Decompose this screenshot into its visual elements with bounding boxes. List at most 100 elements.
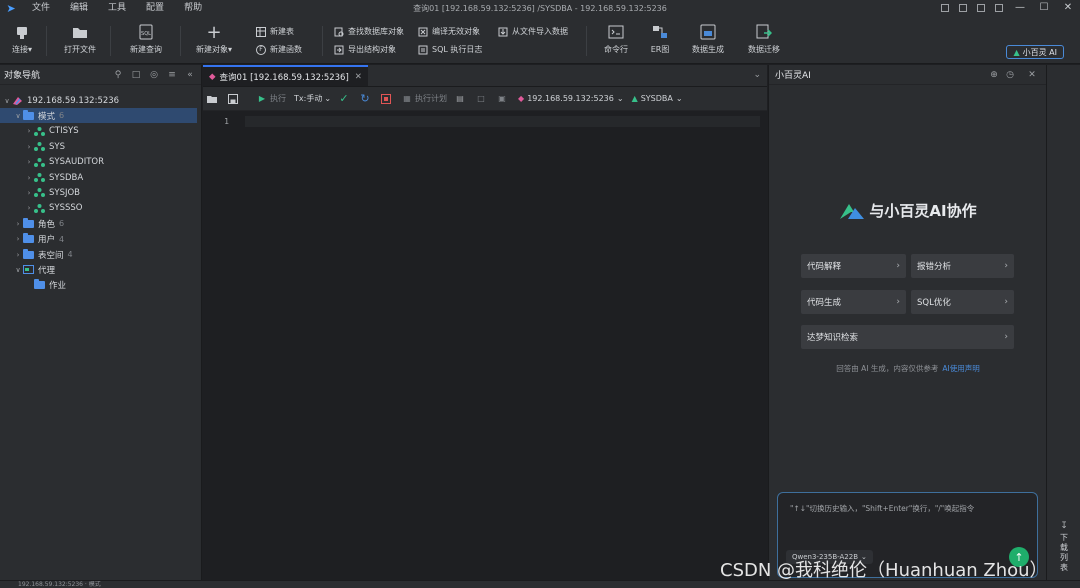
chevron-right-icon[interactable]: › — [24, 143, 34, 151]
ai-logo-icon: ▲ — [1013, 47, 1020, 57]
function-icon: F — [256, 44, 266, 55]
open-file-button[interactable]: 打开文件 — [58, 24, 102, 55]
editor-tab-bar: ◆ 查询01 [192.168.59.132:5236] ✕ ⌄ — [203, 65, 767, 87]
save-button[interactable] — [228, 93, 241, 104]
close-tab-icon[interactable]: ✕ — [355, 72, 362, 82]
tree-node-label: 角色 — [38, 219, 56, 230]
locate-icon[interactable]: ◎ — [147, 70, 161, 80]
menu-file[interactable]: 文件 — [22, 0, 60, 16]
data-generation-button[interactable]: 数据生成 — [686, 24, 730, 55]
compile-invalid-button[interactable]: 编译无效对象 — [418, 26, 480, 37]
chevron-right-icon[interactable]: › — [13, 251, 23, 259]
tree-node[interactable]: ∨ 代理 — [0, 262, 202, 277]
layout-left-icon[interactable] — [941, 4, 949, 12]
schema-icon: ▲ — [631, 94, 638, 103]
find-db-object-button[interactable]: 查找数据库对象 — [334, 26, 404, 37]
layout-full-icon[interactable] — [995, 4, 1003, 12]
execute-button[interactable]: ▶ 执行 — [257, 93, 286, 104]
tree-node[interactable]: 作业 — [0, 278, 202, 293]
tree-node[interactable]: ∨ 192.168.59.132:5236 — [0, 93, 202, 108]
connect-button[interactable]: 连接▾ — [0, 24, 44, 55]
tree-node[interactable]: › 用户 4 — [0, 232, 202, 247]
ai-assistant-button[interactable]: ▲ 小百灵 AI — [1006, 45, 1064, 59]
tree-node[interactable]: › SYS — [0, 139, 202, 154]
knowledge-search-card[interactable]: 达梦知识检索 › — [801, 325, 1014, 349]
tree-node-label: 192.168.59.132:5236 — [27, 95, 120, 106]
chevron-down-icon: ⌄ — [675, 94, 683, 103]
collapse-panel-icon[interactable]: « — [183, 70, 197, 80]
maximize-button[interactable]: ☐ — [1032, 0, 1056, 16]
error-analysis-card[interactable]: 报错分析 › — [911, 254, 1014, 278]
tree-node[interactable]: › 角色 6 — [0, 216, 202, 231]
tree-node[interactable]: › SYSAUDITOR — [0, 155, 202, 170]
compile-icon — [418, 27, 428, 37]
download-list-button[interactable]: ↧ 下 载 列 表 — [1057, 521, 1071, 573]
ai-panel-header: 小百灵AI ⊕ ◷ ✕ — [769, 65, 1046, 85]
connection-icon: ◆ — [518, 94, 525, 103]
export-structure-button[interactable]: 导出结构对象 — [334, 44, 396, 55]
sql-log-button[interactable]: SQL 执行日志 — [418, 44, 482, 55]
history-icon[interactable]: ◷ — [1002, 70, 1018, 80]
code-explain-card[interactable]: 代码解释 › — [801, 254, 906, 278]
tree-node[interactable]: › CTISYS — [0, 124, 202, 139]
tab-query01[interactable]: ◆ 查询01 [192.168.59.132:5236] ✕ — [203, 65, 368, 86]
sql-code-editor[interactable]: 1 — [203, 113, 767, 580]
new-table-button[interactable]: 新建表 — [256, 26, 294, 37]
schema-select[interactable]: ▲ SYSDBA ⌄ — [632, 94, 683, 103]
filter-icon[interactable]: ≡ — [165, 70, 179, 80]
schema-icon — [34, 188, 45, 198]
close-window-button[interactable]: ✕ — [1056, 0, 1080, 16]
chevron-down-icon[interactable]: ∨ — [13, 266, 23, 274]
chevron-right-icon[interactable]: › — [24, 174, 34, 182]
close-icon[interactable]: ✕ — [1024, 70, 1040, 80]
command-line-button[interactable]: 命令行 — [594, 24, 638, 55]
layout-right-icon[interactable] — [977, 4, 985, 12]
new-chat-icon[interactable]: ⊕ — [986, 70, 1002, 80]
new-object-button[interactable]: + 新建对象▾ — [192, 22, 236, 55]
ai-assistant-panel: 小百灵AI ⊕ ◷ ✕ 与小百灵AI协作 代码解释 › 报错分析 › 代码生成 › S… — [768, 65, 1046, 580]
stop-button[interactable] — [381, 93, 394, 104]
menu-config[interactable]: 配置 — [136, 0, 174, 16]
chevron-right-icon[interactable]: › — [13, 235, 23, 243]
chevron-down-icon[interactable]: ∨ — [13, 112, 23, 120]
comment-button[interactable]: □ — [476, 94, 489, 104]
tree-node[interactable]: › SYSSSO — [0, 201, 202, 216]
import-from-file-button[interactable]: 从文件导入数据 — [498, 26, 568, 37]
ai-usage-statement-link[interactable]: AI使用声明 — [942, 364, 979, 373]
chevron-down-icon[interactable]: ∨ — [2, 97, 12, 105]
new-folder-icon[interactable]: □ — [129, 70, 143, 80]
export-script-button[interactable]: ▤ — [455, 94, 468, 104]
chevron-right-icon[interactable]: › — [13, 220, 23, 228]
menu-edit[interactable]: 编辑 — [60, 0, 98, 16]
search-icon[interactable]: ⚲ — [111, 70, 125, 80]
xiaobailing-logo-icon — [840, 203, 865, 219]
execution-plan-button[interactable]: ▦ 执行计划 — [402, 93, 447, 104]
rollback-button[interactable]: ↻ — [360, 92, 373, 105]
tree-node[interactable]: › 表空间 4 — [0, 247, 202, 262]
tree-node[interactable]: › SYSJOB — [0, 185, 202, 200]
tree-node[interactable]: › SYSDBA — [0, 170, 202, 185]
sql-optimize-card[interactable]: SQL优化 › — [911, 290, 1014, 314]
minimize-button[interactable]: — — [1008, 0, 1032, 16]
chevron-right-icon[interactable]: › — [24, 127, 34, 135]
data-migration-button[interactable]: 数据迁移 — [742, 24, 786, 55]
er-diagram-button[interactable]: ER图 — [638, 24, 682, 55]
play-icon: ▶ — [258, 94, 266, 103]
layout-bottom-icon[interactable] — [959, 4, 967, 12]
commit-button[interactable]: ✓ — [339, 92, 352, 105]
tx-mode-select[interactable]: Tx:手动 ⌄ — [294, 93, 331, 104]
open-script-button[interactable] — [207, 94, 220, 104]
chevron-right-icon[interactable]: › — [24, 204, 34, 212]
chevron-right-icon[interactable]: › — [24, 158, 34, 166]
chevron-right-icon[interactable]: › — [24, 189, 34, 197]
code-generation-card[interactable]: 代码生成 › — [801, 290, 906, 314]
menu-help[interactable]: 帮助 — [174, 0, 212, 16]
new-query-button[interactable]: SQL 新建查询 — [124, 24, 168, 55]
new-function-button[interactable]: F 新建函数 — [256, 44, 302, 55]
menu-tools[interactable]: 工具 — [98, 0, 136, 16]
tree-node[interactable]: ∨ 模式 6 — [0, 108, 197, 124]
chevron-down-icon: ⌄ — [616, 94, 624, 103]
connection-select[interactable]: ◆ 192.168.59.132:5236 ⌄ — [518, 94, 624, 103]
tab-list-chevron-icon[interactable]: ⌄ — [753, 70, 761, 80]
uncomment-button[interactable]: ▣ — [497, 94, 510, 104]
